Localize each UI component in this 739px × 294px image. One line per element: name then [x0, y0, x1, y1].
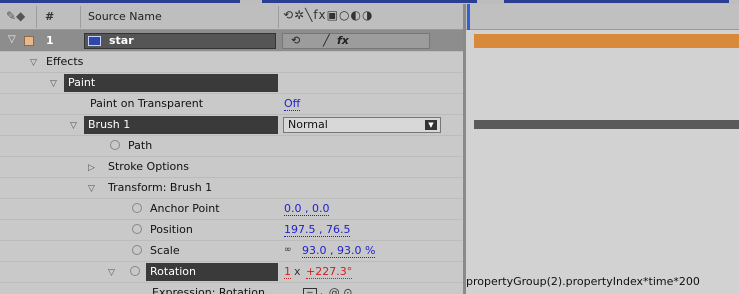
graph-icon[interactable]: ⌞ — [320, 286, 325, 294]
scale-value[interactable]: 93.0 , 93.0 % — [302, 244, 376, 258]
column-header: ✎◆ # Source Name ⟲✲╲fx▣○◐◑ — [0, 4, 463, 30]
path-label: Path — [128, 139, 153, 152]
rotation-times-sign: x — [294, 265, 301, 278]
rotation-label[interactable]: Rotation — [146, 263, 278, 281]
layer-name-field[interactable]: star — [84, 33, 276, 49]
brush-row[interactable]: ▽ Brush 1 Normal ▼ — [0, 115, 463, 136]
expression-menu-icon[interactable]: ⊙ — [343, 286, 352, 294]
switches-header-icons[interactable]: ⟲✲╲fx▣○◐◑ — [283, 8, 373, 22]
path-row: Path — [0, 136, 463, 157]
header-separator — [36, 6, 37, 28]
layer-row[interactable]: ▽ 1 star ⟲ ╱ fx — [0, 30, 463, 52]
tab-strip-3 — [504, 0, 729, 3]
transform-label: Transform: Brush 1 — [108, 181, 213, 194]
paint-effect-label[interactable]: Paint — [64, 74, 278, 92]
pickwhip-icon[interactable]: @ — [329, 286, 340, 294]
current-time-indicator[interactable] — [467, 4, 470, 30]
scale-row: Scale ∞ 93.0 , 93.0 % — [0, 241, 463, 262]
transform-row[interactable]: ▽ Transform: Brush 1 — [0, 178, 463, 199]
stroke-options-label: Stroke Options — [108, 160, 189, 173]
anchor-point-label: Anchor Point — [150, 202, 220, 215]
position-row: Position 197.5 , 76.5 — [0, 220, 463, 241]
rotation-revolutions[interactable]: 1 — [284, 265, 291, 279]
twirl-down-icon[interactable]: ▽ — [50, 79, 57, 89]
effects-label: Effects — [46, 55, 84, 68]
solid-layer-icon — [88, 36, 101, 46]
stopwatch-icon[interactable] — [132, 245, 142, 255]
effect-switch-icon[interactable]: fx — [337, 34, 349, 47]
tab-strip-1 — [0, 0, 240, 3]
label-color-swatch[interactable] — [24, 36, 34, 46]
collapse-switch-icon[interactable]: ⟲ — [291, 34, 300, 47]
expression-field[interactable]: propertyGroup(2).propertyIndex*time*200 — [466, 275, 700, 288]
paint-on-transparent-value[interactable]: Off — [284, 97, 301, 111]
effects-group-row[interactable]: ▽ Effects — [0, 52, 463, 73]
header-separator — [80, 6, 81, 28]
time-ruler[interactable] — [466, 4, 739, 30]
brush-mode-dropdown[interactable]: Normal ▼ — [283, 117, 441, 133]
twirl-down-icon[interactable]: ▽ — [8, 34, 16, 45]
label-icon[interactable]: ✎◆ — [6, 9, 30, 25]
twirl-down-icon[interactable]: ▽ — [70, 121, 77, 131]
stopwatch-icon[interactable] — [132, 203, 142, 213]
twirl-down-icon[interactable]: ▽ — [108, 268, 115, 278]
source-name-header[interactable]: Source Name — [88, 10, 162, 23]
stroke-options-row[interactable]: ▷ Stroke Options — [0, 157, 463, 178]
position-value[interactable]: 197.5 , 76.5 — [284, 223, 351, 237]
anchor-point-value[interactable]: 0.0 , 0.0 — [284, 202, 330, 216]
rotation-row[interactable]: ▽ Rotation 1 x +227.3° — [0, 262, 463, 283]
tab-strip-2 — [262, 0, 477, 3]
header-separator — [278, 6, 279, 28]
dropdown-arrow-icon: ▼ — [425, 120, 437, 130]
anchor-point-row: Anchor Point 0.0 , 0.0 — [0, 199, 463, 220]
timeline-panel: propertyGroup(2).propertyIndex*time*200 — [466, 4, 739, 294]
stopwatch-icon[interactable] — [110, 140, 120, 150]
rotation-degrees[interactable]: +227.3° — [306, 265, 353, 279]
layer-outline-panel: ✎◆ # Source Name ⟲✲╲fx▣○◐◑ ▽ 1 star ⟲ ╱ … — [0, 4, 463, 294]
brush-label[interactable]: Brush 1 — [84, 116, 278, 134]
expression-enable-icon[interactable]: = — [303, 288, 317, 294]
paint-on-transparent-label: Paint on Transparent — [90, 97, 204, 110]
stopwatch-icon[interactable] — [132, 224, 142, 234]
quality-switch-icon[interactable]: ╱ — [323, 34, 330, 47]
expression-controls: = ⌞ @ ⊙ — [303, 286, 352, 294]
layer-duration-bar[interactable] — [474, 34, 739, 48]
scale-label: Scale — [150, 244, 180, 257]
paint-effect-row[interactable]: ▽ Paint — [0, 73, 463, 94]
layer-name: star — [109, 34, 134, 47]
twirl-down-icon[interactable]: ▽ — [88, 184, 95, 194]
number-column-header[interactable]: # — [45, 10, 54, 23]
paint-on-transparent-row: Paint on Transparent Off — [0, 94, 463, 115]
layer-switches[interactable]: ⟲ ╱ fx — [282, 33, 430, 49]
brush-mode-value: Normal — [288, 118, 328, 131]
link-icon[interactable]: ∞ — [284, 245, 292, 255]
layer-number: 1 — [46, 34, 54, 47]
expression-label: Expression: Rotation — [152, 286, 265, 294]
twirl-right-icon[interactable]: ▷ — [88, 163, 95, 173]
brush-duration-bar[interactable] — [474, 120, 739, 129]
expression-row: Expression: Rotation = ⌞ @ ⊙ — [0, 283, 463, 294]
twirl-down-icon[interactable]: ▽ — [30, 58, 37, 68]
position-label: Position — [150, 223, 193, 236]
stopwatch-icon[interactable] — [130, 266, 140, 276]
